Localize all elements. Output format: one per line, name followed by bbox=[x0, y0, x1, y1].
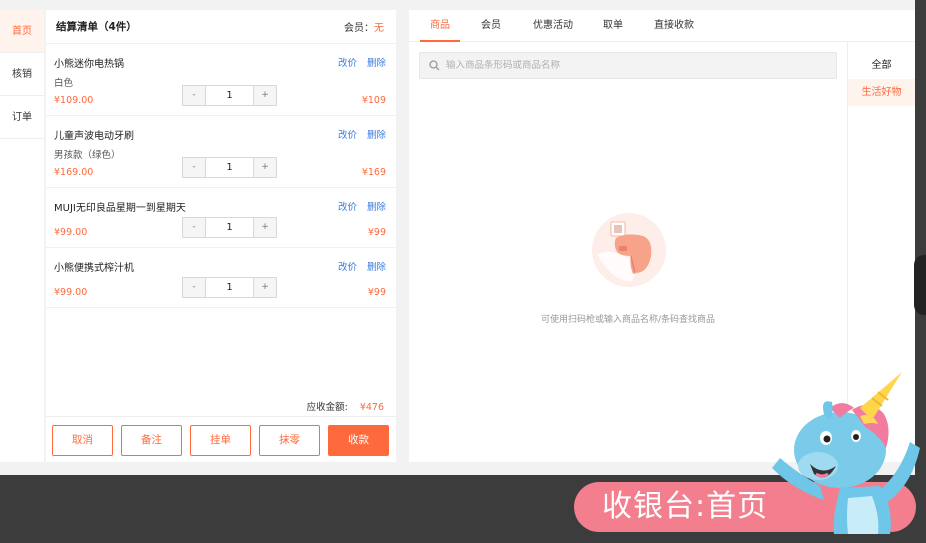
product-search-box bbox=[419, 52, 837, 79]
cart-item-unit-price: ¥109.00 bbox=[54, 95, 94, 106]
amount-due-label: 应收金额: bbox=[306, 402, 348, 413]
cart-item-name: 小熊便携式榨汁机 bbox=[54, 263, 134, 274]
search-icon bbox=[429, 60, 440, 71]
cart-item-total: ¥99 bbox=[367, 287, 386, 298]
hold-order-button[interactable]: 挂单 bbox=[190, 425, 251, 456]
cart-item: 儿童声波电动牙刷 改价 删除 男孩款（绿色） ¥169.00 - 1 + ¥169 bbox=[46, 116, 396, 188]
tab-members[interactable]: 会员 bbox=[481, 10, 501, 42]
category-all[interactable]: 全部 bbox=[848, 52, 915, 79]
cart-item: 小熊迷你电热锅 改价 删除 白色 ¥109.00 - 1 + ¥109 bbox=[46, 44, 396, 116]
amount-due-value: ¥476 bbox=[359, 402, 384, 413]
cart-item-name: MUJI无印良品星期一到星期天 bbox=[54, 203, 186, 214]
cart-header: 结算清单（4件） 会员：无 bbox=[46, 10, 396, 44]
cart-item-total: ¥109 bbox=[361, 95, 386, 106]
cart-item-total: ¥99 bbox=[367, 227, 386, 238]
cart-item-spec: 白色 bbox=[54, 78, 74, 89]
checkout-cart-panel: 结算清单（4件） 会员：无 小熊迷你电热锅 改价 删除 白色 ¥109.00 - … bbox=[46, 10, 396, 462]
cart-item-name: 小熊迷你电热锅 bbox=[54, 59, 124, 70]
tab-retrieve-order[interactable]: 取单 bbox=[603, 10, 623, 42]
amount-due: 应收金额: ¥476 bbox=[307, 399, 384, 413]
tab-direct-payment[interactable]: 直接收款 bbox=[654, 10, 694, 42]
edit-price-button[interactable]: 改价 bbox=[338, 58, 357, 69]
decrement-button[interactable]: - bbox=[183, 218, 205, 237]
quantity-stepper: - 1 + bbox=[182, 85, 277, 106]
checkout-button[interactable]: 收款 bbox=[328, 425, 389, 456]
unicorn-mascot-icon bbox=[772, 372, 920, 534]
cart-item-ops: 改价 删除 bbox=[328, 55, 386, 69]
quantity-stepper: - 1 + bbox=[182, 277, 277, 298]
empty-state-hint: 可使用扫码枪或输入商品名称/条码查找商品 bbox=[540, 315, 716, 325]
edge-handle[interactable] bbox=[914, 255, 926, 315]
decrement-button[interactable]: - bbox=[183, 86, 205, 105]
tab-products[interactable]: 商品 bbox=[420, 10, 460, 42]
edit-price-button[interactable]: 改价 bbox=[338, 262, 357, 273]
delete-item-button[interactable]: 删除 bbox=[367, 202, 386, 213]
cart-action-bar: 取消 备注 挂单 抹零 收款 bbox=[46, 416, 396, 462]
quantity-value[interactable]: 1 bbox=[205, 218, 254, 237]
nav-item-verify[interactable]: 核销 bbox=[0, 53, 44, 96]
edit-price-button[interactable]: 改价 bbox=[338, 202, 357, 213]
delete-item-button[interactable]: 删除 bbox=[367, 262, 386, 273]
cart-item-unit-price: ¥99.00 bbox=[54, 287, 88, 298]
cart-item-ops: 改价 删除 bbox=[328, 127, 386, 141]
cart-item-spec: 男孩款（绿色） bbox=[54, 150, 121, 161]
edit-price-button[interactable]: 改价 bbox=[338, 130, 357, 141]
cart-item: MUJI无印良品星期一到星期天 改价 删除 ¥99.00 - 1 + ¥99 bbox=[46, 188, 396, 248]
cart-item-total: ¥169 bbox=[361, 167, 386, 178]
increment-button[interactable]: + bbox=[254, 158, 276, 177]
cart-item-unit-price: ¥99.00 bbox=[54, 227, 88, 238]
scanner-illustration-icon bbox=[592, 213, 666, 287]
member-label: 会员： bbox=[344, 23, 374, 34]
quantity-stepper: - 1 + bbox=[182, 157, 277, 178]
product-search-input[interactable] bbox=[446, 60, 806, 71]
increment-button[interactable]: + bbox=[254, 218, 276, 237]
cancel-button[interactable]: 取消 bbox=[52, 425, 113, 456]
increment-button[interactable]: + bbox=[254, 86, 276, 105]
increment-button[interactable]: + bbox=[254, 278, 276, 297]
decrement-button[interactable]: - bbox=[183, 158, 205, 177]
cart-title: 结算清单（4件） bbox=[56, 21, 137, 33]
nav-item-home[interactable]: 首页 bbox=[0, 10, 44, 53]
round-off-button[interactable]: 抹零 bbox=[259, 425, 320, 456]
nav-item-orders[interactable]: 订单 bbox=[0, 96, 44, 139]
cart-item: 小熊便携式榨汁机 改价 删除 ¥99.00 - 1 + ¥99 bbox=[46, 248, 396, 308]
side-nav: 首页 核销 订单 bbox=[0, 10, 44, 462]
member-indicator[interactable]: 会员：无 bbox=[344, 19, 384, 34]
category-lifestyle[interactable]: 生活好物 bbox=[848, 79, 915, 106]
cart-item-unit-price: ¥169.00 bbox=[54, 167, 94, 178]
note-button[interactable]: 备注 bbox=[121, 425, 182, 456]
decrement-button[interactable]: - bbox=[183, 278, 205, 297]
cart-item-ops: 改价 删除 bbox=[328, 259, 386, 273]
quantity-value[interactable]: 1 bbox=[205, 158, 254, 177]
quantity-stepper: - 1 + bbox=[182, 217, 277, 238]
cart-item-ops: 改价 删除 bbox=[328, 199, 386, 213]
quantity-value[interactable]: 1 bbox=[205, 278, 254, 297]
delete-item-button[interactable]: 删除 bbox=[367, 130, 386, 141]
product-tabs: 商品 会员 优惠活动 取单 直接收款 bbox=[409, 10, 915, 42]
tab-promotions[interactable]: 优惠活动 bbox=[533, 10, 573, 42]
quantity-value[interactable]: 1 bbox=[205, 86, 254, 105]
cart-item-name: 儿童声波电动牙刷 bbox=[54, 131, 134, 142]
member-value: 无 bbox=[374, 23, 384, 34]
delete-item-button[interactable]: 删除 bbox=[367, 58, 386, 69]
